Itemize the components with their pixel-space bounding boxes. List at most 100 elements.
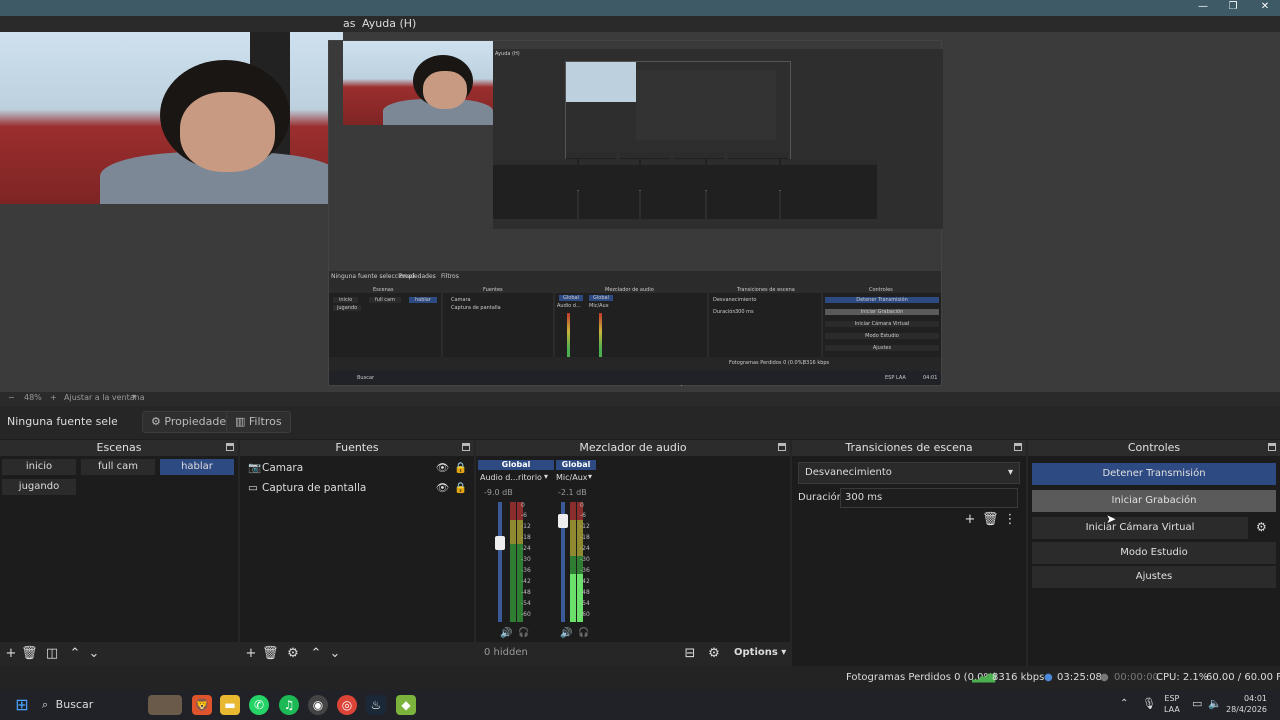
settings-icon[interactable]: ⚙ [706,646,722,662]
filter-icon: ▥ [235,415,246,428]
close-button[interactable]: ✕ [1250,0,1280,16]
move-up-icon[interactable]: ⌃ [67,646,83,662]
properties-label: Propiedades [164,415,232,428]
eye-icon[interactable]: 👁 [436,479,449,497]
move-up-icon[interactable]: ⌃ [308,646,324,662]
add-icon[interactable]: + [243,646,259,662]
scene-inicio[interactable]: inicio [2,459,76,475]
restore-button[interactable]: ❐ [1218,0,1248,16]
minimize-button[interactable]: — [1188,0,1218,16]
webcam-source [0,32,343,204]
whatsapp-icon[interactable]: ✆ [249,695,269,715]
move-down-icon[interactable]: ⌄ [86,646,102,662]
mixer-title: Mezclador de audio [476,440,790,456]
audio-mixer-dock: Mezclador de audio Global Audio d...rito… [476,440,792,666]
trash-icon[interactable]: 🗑 [262,646,279,662]
settings-button[interactable]: Ajustes [1032,566,1276,588]
hidden-count: 0 hidden [484,647,528,658]
nested-obs-2: Ayuda (H) [493,49,943,229]
minecraft-icon[interactable]: ◆ [396,695,416,715]
duration-input[interactable]: 300 ms [840,488,1018,508]
menu-bar: as Ayuda (H) [0,16,1280,32]
brave-icon[interactable]: 🦁 [192,695,212,715]
scene-hablar[interactable]: hablar [160,459,234,475]
volume-thumb[interactable] [495,536,505,550]
mouse-cursor-icon: ➤ [1106,512,1117,526]
status-bar: Fotogramas Perdidos 0 (0.0%) ▂▄▆ 8316 kb… [0,666,1280,690]
zoom-out-button[interactable]: − [8,393,15,402]
source-label: Captura de pantalla [262,482,367,494]
fps: 60.00 / 60.00 FPS [1206,672,1280,683]
folder-icon[interactable]: ▬ [220,695,240,715]
gear-icon[interactable]: ⚙ [1256,520,1267,534]
trash-icon[interactable]: 🗑 [21,646,38,662]
chevron-down-icon[interactable]: ▾ [588,472,592,481]
network-icon[interactable]: ▭ [1192,697,1202,710]
headphones-icon[interactable]: 🎧 [518,628,529,638]
start-recording-button[interactable]: Iniciar Grabación [1032,490,1276,512]
duration-value: 300 ms [845,492,883,503]
eye-icon[interactable]: 👁 [436,459,449,477]
clock[interactable]: 04:01 28/4/2026 [1226,693,1267,715]
chrome-icon[interactable]: ◎ [337,695,357,715]
spotify-icon[interactable]: ♫ [279,695,299,715]
obs-icon[interactable]: ◉ [308,695,328,715]
dock-float-icon[interactable] [462,443,470,451]
volume-icon[interactable]: 🔈 [1208,697,1222,710]
start-virtual-camera-button[interactable]: Iniciar Cámara Virtual [1032,517,1248,539]
preview-canvas[interactable]: Ayuda (H) Ninguna fuente seleccionad Pro… [0,32,1280,392]
sources-title: Fuentes [240,440,474,456]
speaker-icon[interactable]: 🔊 [500,628,512,639]
more-icon[interactable]: ⋮ [1002,512,1018,528]
gear-icon[interactable]: ⚙ [285,646,301,662]
windows-start-icon[interactable]: ⊞ [12,695,32,715]
menu-item-help[interactable]: Ayuda (H) [362,17,416,30]
dock-float-icon[interactable] [1268,443,1276,451]
cpu-usage: CPU: 2.1% [1156,672,1209,683]
windows-taskbar: ⊞ ⌕ Buscar 🦁 ▬ ✆ ♫ ◉ ◎ ♨ ◆ ⌃ 🎙 ESP LAA ▭… [0,690,1280,720]
mic-icon[interactable]: 🎙 [1142,697,1156,710]
speaker-icon[interactable]: 🔊 [560,628,572,639]
tray-chevron-icon[interactable]: ⌃ [1120,698,1128,709]
volume-slider[interactable] [498,502,502,622]
layout-icon[interactable]: ⊟ [682,646,698,662]
add-icon[interactable]: + [3,646,19,662]
search-highlight-icon[interactable] [148,695,182,715]
studio-mode-button[interactable]: Modo Estudio [1032,542,1276,564]
controls-dock: Controles Detener Transmisión Iniciar Gr… [1028,440,1280,666]
stop-stream-button[interactable]: Detener Transmisión [1032,463,1276,485]
dock-float-icon[interactable] [1014,443,1022,451]
trash-icon[interactable]: 🗑 [982,512,999,528]
source-camara[interactable]: 📷 Camara 👁 🔒 [246,459,468,477]
menu-item-partial[interactable]: as [343,17,355,30]
headphones-icon[interactable]: 🎧 [578,628,589,638]
taskbar-search[interactable]: ⌕ Buscar [42,698,93,712]
transition-select[interactable]: Desvanecimiento ▾ [798,462,1020,484]
source-captura[interactable]: ▭ Captura de pantalla 👁 🔒 [246,479,468,497]
language-indicator[interactable]: ESP LAA [1164,693,1180,715]
scene-jugando[interactable]: jugando [2,479,76,495]
transitions-title: Transiciones de escena [792,440,1026,456]
lock-icon[interactable]: 🔒 [454,479,467,497]
chevron-down-icon[interactable]: ▾ [544,472,548,481]
dock-float-icon[interactable] [778,443,786,451]
transitions-dock: Transiciones de escena Desvanecimiento ▾… [792,440,1028,666]
channel-name[interactable]: Mic/Aux [556,473,588,482]
channel-name[interactable]: Audio d...ritorio [480,473,542,482]
search-label: Buscar [55,698,94,711]
options-button[interactable]: Options ▾ [734,647,786,658]
context-bar: Ninguna fuente seleccionac ⚙ Propiedades… [0,406,1280,439]
zoom-in-button[interactable]: + [50,393,57,402]
level-meter-fill [510,502,516,622]
chevron-down-icon[interactable]: ▾ [132,392,136,401]
filters-icon[interactable]: ◫ [44,646,60,662]
zoom-level: 48% [24,393,42,402]
dock-float-icon[interactable] [226,443,234,451]
filters-button[interactable]: ▥ Filtros [226,411,291,433]
lock-icon[interactable]: 🔒 [454,459,467,477]
steam-icon[interactable]: ♨ [366,695,386,715]
volume-thumb[interactable] [558,514,568,528]
scene-full-cam[interactable]: full cam [81,459,155,475]
add-icon[interactable]: + [962,512,978,528]
move-down-icon[interactable]: ⌄ [327,646,343,662]
